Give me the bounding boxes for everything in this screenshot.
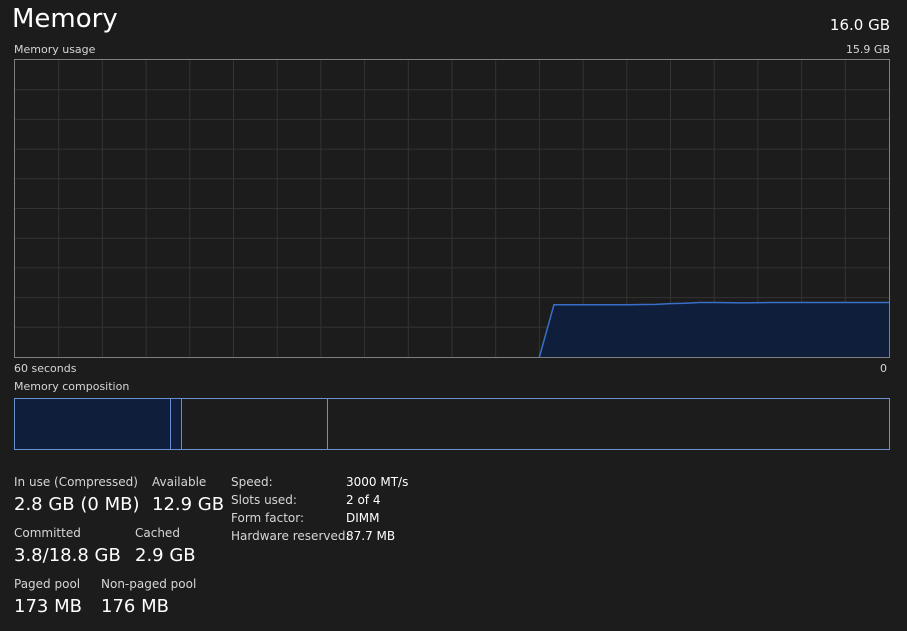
slots-used-value: 2 of 4 xyxy=(346,493,381,507)
non-paged-pool-label: Non-paged pool xyxy=(101,577,197,591)
total-memory: 16.0 GB xyxy=(829,16,890,34)
paged-pool-value: 173 MB xyxy=(14,596,82,617)
composition-free-segment[interactable] xyxy=(328,399,889,449)
graph-max-label: 15.9 GB xyxy=(845,43,890,56)
speed-value: 3000 MT/s xyxy=(346,475,409,489)
available-label: Available xyxy=(152,475,207,489)
memory-usage-chart xyxy=(15,60,889,357)
hardware-reserved-label: Hardware reserved: xyxy=(231,529,350,543)
memory-usage-area xyxy=(539,302,889,357)
memory-composition-bar[interactable] xyxy=(14,398,890,450)
composition-label: Memory composition xyxy=(14,380,130,393)
composition-standby-segment[interactable] xyxy=(182,399,328,449)
graph-label: Memory usage xyxy=(14,43,96,56)
in-use-value: 2.8 GB (0 MB) xyxy=(14,494,140,515)
cached-label: Cached xyxy=(135,526,180,540)
page-title: Memory xyxy=(12,4,118,34)
cached-value: 2.9 GB xyxy=(135,545,196,566)
committed-label: Committed xyxy=(14,526,81,540)
slots-used-label: Slots used: xyxy=(231,493,297,507)
hardware-reserved-value: 87.7 MB xyxy=(346,529,396,543)
form-factor-value: DIMM xyxy=(346,511,380,525)
non-paged-pool-value: 176 MB xyxy=(101,596,169,617)
available-value: 12.9 GB xyxy=(152,494,225,515)
composition-in-use-segment[interactable] xyxy=(15,399,171,449)
committed-value: 3.8/18.8 GB xyxy=(14,545,121,566)
graph-x-left-label: 60 seconds xyxy=(14,362,77,375)
form-factor-label: Form factor: xyxy=(231,511,305,525)
memory-performance-panel: Memory 16.0 GB Memory usage 15.9 GB 60 s… xyxy=(0,0,907,631)
in-use-label: In use (Compressed) xyxy=(14,475,138,489)
paged-pool-label: Paged pool xyxy=(14,577,81,591)
speed-label: Speed: xyxy=(231,475,273,489)
memory-usage-graph xyxy=(14,59,890,358)
composition-modified-segment[interactable] xyxy=(171,399,182,449)
graph-x-right-label: 0 xyxy=(880,362,887,375)
